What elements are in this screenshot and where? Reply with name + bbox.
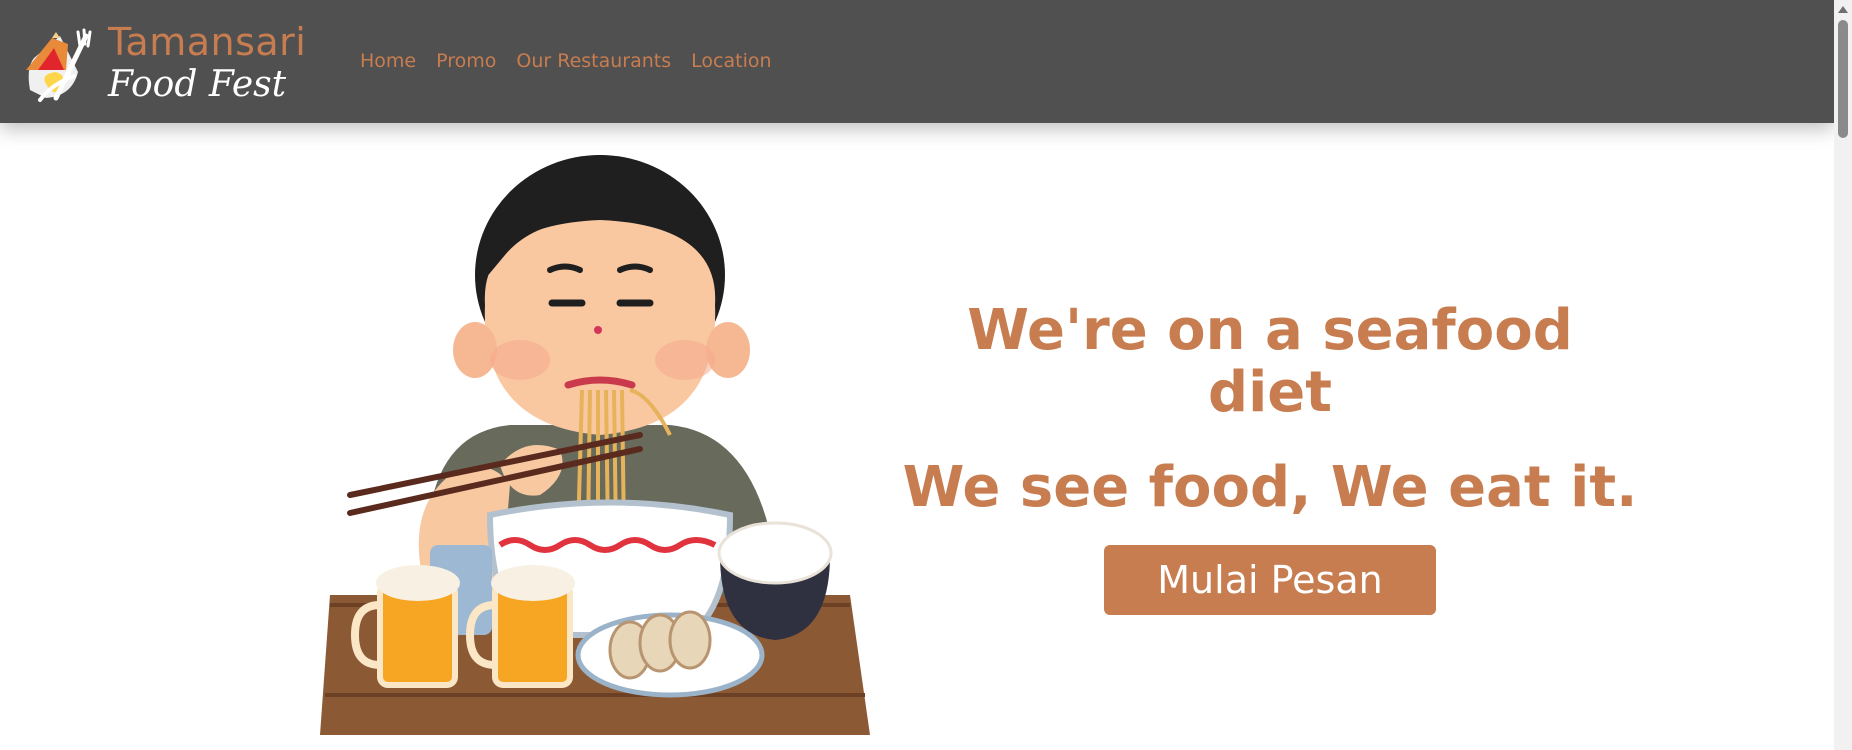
headline2-prefix: We xyxy=(902,455,1020,521)
nav-home[interactable]: Home xyxy=(360,50,416,72)
order-now-button[interactable]: Mulai Pesan xyxy=(1104,544,1436,615)
brand-subtitle: Food Fest xyxy=(108,64,287,105)
hero-headline-line1: We're on a seafood diet xyxy=(900,300,1640,423)
headline2-bold: see food xyxy=(1019,455,1291,521)
headline1-suffix: diet xyxy=(1207,359,1333,425)
scroll-thumb[interactable] xyxy=(1838,20,1848,138)
boy-eating-ramen-illustration xyxy=(320,155,870,735)
nav-promo[interactable]: Promo xyxy=(436,50,496,72)
navbar: Tamansari Food Fest Home Promo Our Resta… xyxy=(0,0,1834,123)
hero-headline-line2: We see food, We eat it. xyxy=(900,457,1640,519)
hero-section: We're on a seafood diet We see food, We … xyxy=(900,300,1640,615)
main-nav: Home Promo Our Restaurants Location xyxy=(360,50,772,72)
scroll-up-arrow-icon[interactable] xyxy=(1838,6,1848,13)
brand-title: Tamansari xyxy=(108,20,307,64)
nav-location[interactable]: Location xyxy=(691,50,771,72)
nav-our-restaurants[interactable]: Our Restaurants xyxy=(516,50,671,72)
tent-fork-logo-icon xyxy=(26,28,92,102)
headline1-bold: seafood xyxy=(1322,298,1573,363)
vertical-scrollbar[interactable] xyxy=(1834,0,1852,750)
headline2-suffix: , We eat it. xyxy=(1290,455,1638,521)
brand[interactable]: Tamansari Food Fest xyxy=(16,20,306,108)
headline1-prefix: We're on a xyxy=(967,298,1323,363)
